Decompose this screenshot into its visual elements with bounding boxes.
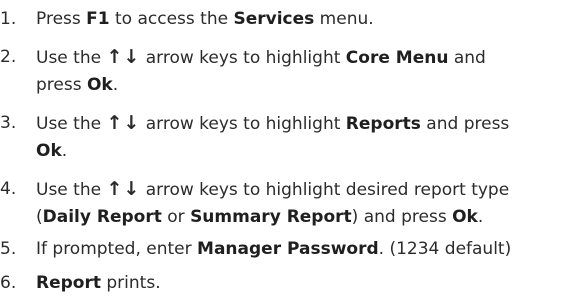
menu-name-services: Services <box>233 9 315 29</box>
step-text-run: . <box>112 75 119 95</box>
up-down-arrow-icon: ↑↓ <box>106 112 141 134</box>
step-text-run: . <box>477 207 484 227</box>
key-name-ok: Ok <box>36 141 62 161</box>
step-text: If prompted, enter Manager Password. (12… <box>36 236 569 263</box>
report-type-summary: Summary Report <box>190 207 352 227</box>
key-name-ok: Ok <box>86 75 113 95</box>
step-text-run: . (1234 default) <box>378 239 512 259</box>
step-text: Use the ↑↓ arrow keys to highlight desir… <box>36 176 569 231</box>
step-number-text: 2. <box>0 47 17 67</box>
step-number: 5. <box>0 236 36 263</box>
step-text-run: ) and press <box>351 207 453 227</box>
step-text: Use the ↑↓ arrow keys to highlight Core … <box>36 44 569 99</box>
step-number: 4. <box>0 176 36 203</box>
step-text-run: arrow keys to highlight <box>140 48 346 68</box>
step-text-run: If prompted, enter <box>36 239 198 259</box>
step-number: 3. <box>0 110 36 137</box>
output-name-report: Report <box>36 273 101 293</box>
key-name-f1: F1 <box>86 9 110 29</box>
step-number-text: 3. <box>0 113 17 133</box>
step-number-text: 4. <box>0 179 17 199</box>
step-text-run: press <box>36 75 87 95</box>
step-text: Press F1 to access the Services menu. <box>36 6 569 33</box>
step-text-run: Use the <box>36 48 107 68</box>
step-text-run: Use the <box>36 114 107 134</box>
step-text-run: Press <box>36 9 87 29</box>
field-name-manager-password: Manager Password <box>197 239 379 259</box>
step-text-run: Use the <box>36 180 107 200</box>
report-type-daily: Daily Report <box>42 207 162 227</box>
step-text-run: arrow keys to highlight desired report t… <box>140 180 510 200</box>
step-text: Report prints. <box>36 270 569 297</box>
step-text-run: and <box>448 48 486 68</box>
step-text: Use the ↑↓ arrow keys to highlight Repor… <box>36 110 569 165</box>
step-number: 2. <box>0 44 36 71</box>
menu-name-reports: Reports <box>345 114 421 134</box>
step-number-text: 6. <box>0 273 17 293</box>
up-down-arrow-icon: ↑↓ <box>106 46 141 68</box>
key-name-ok: Ok <box>452 207 478 227</box>
step-text-run: . <box>61 141 68 161</box>
step-number-text: 5. <box>0 239 17 259</box>
menu-name-core-menu: Core Menu <box>345 48 449 68</box>
step-number-text: 1. <box>0 9 17 29</box>
step-number: 1. <box>0 6 36 33</box>
instruction-steps-list: 1. Press F1 to access the Services menu.… <box>0 0 577 299</box>
step-text-run: arrow keys to highlight <box>140 114 346 134</box>
step-text-run: ( <box>36 207 43 227</box>
step-number: 6. <box>0 270 36 297</box>
step-text-run: and press <box>420 114 510 134</box>
step-text-run: to access the <box>109 9 234 29</box>
up-down-arrow-icon: ↑↓ <box>106 178 141 200</box>
step-text-run: prints. <box>100 273 161 293</box>
step-text-run: or <box>161 207 191 227</box>
step-text-run: menu. <box>314 9 374 29</box>
